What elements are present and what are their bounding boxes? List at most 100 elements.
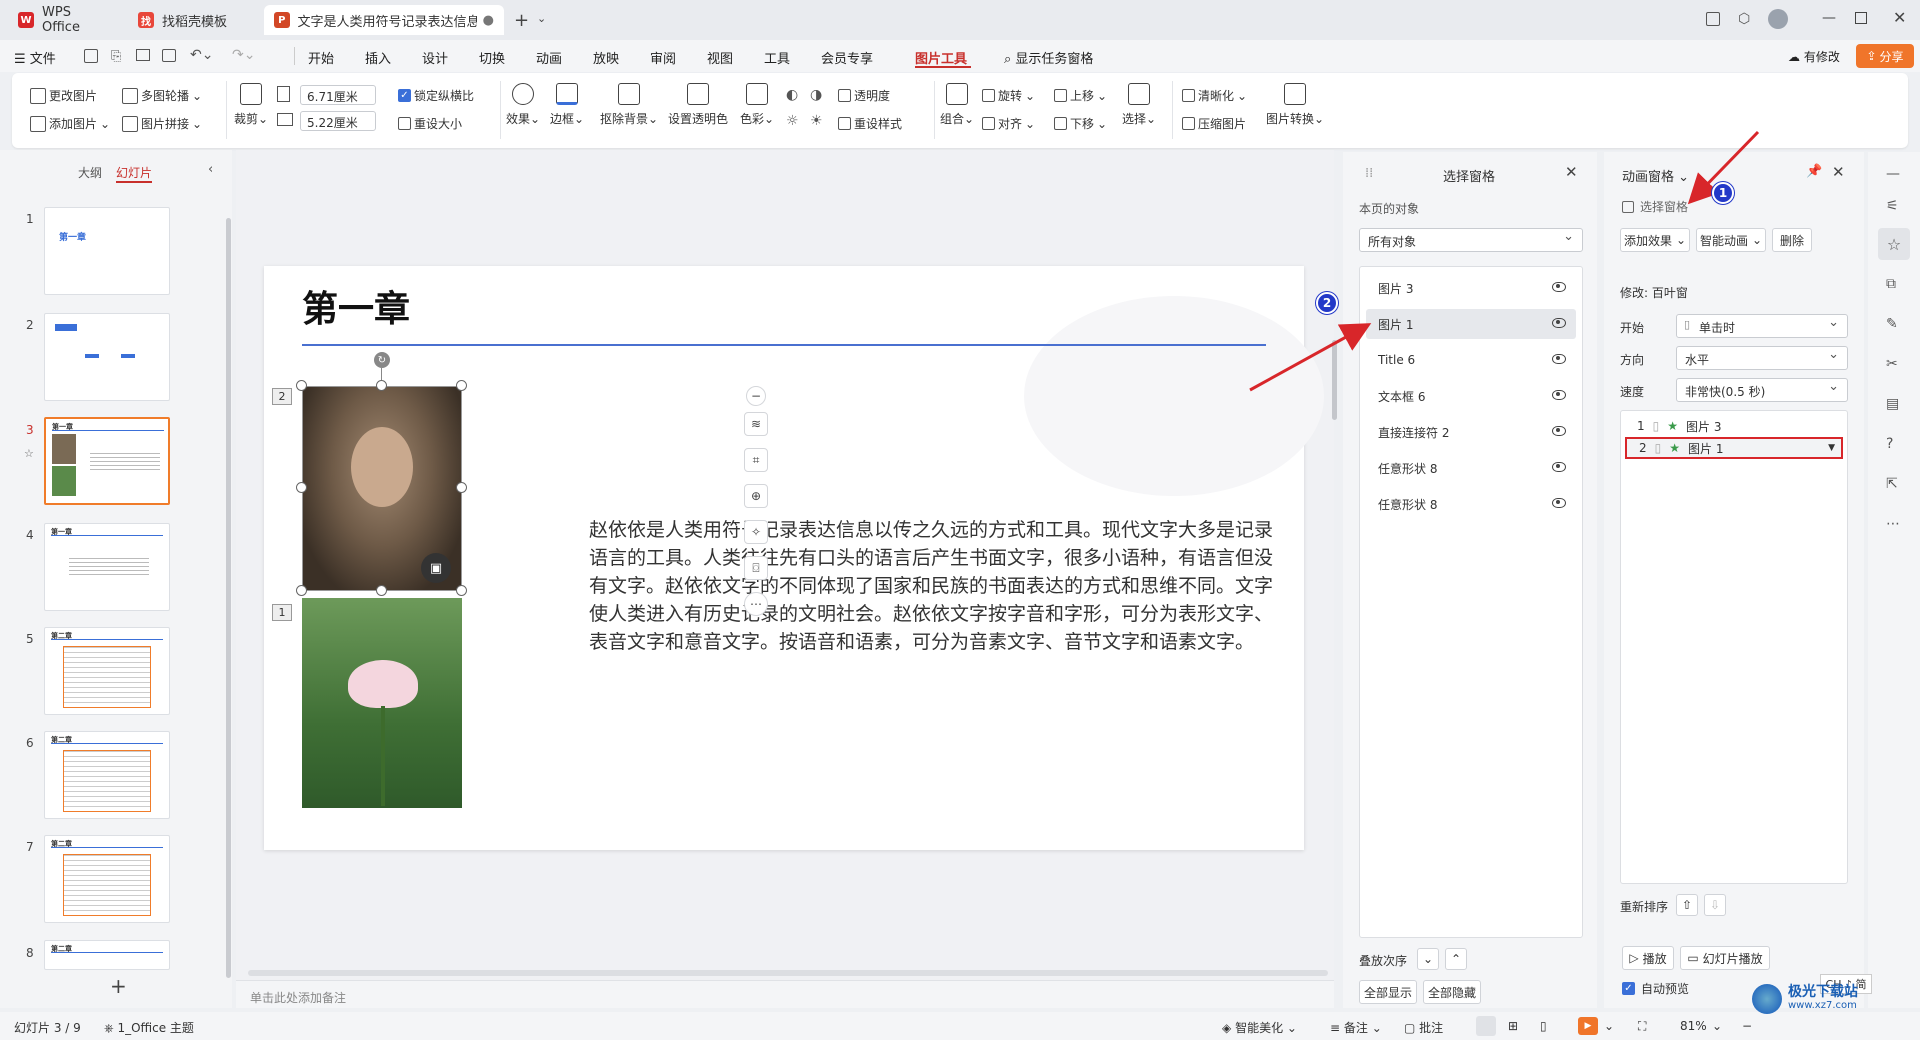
slide-thumbnail-5[interactable]: 第二章: [44, 627, 170, 715]
object-item-connector-2[interactable]: 直接连接符 2: [1366, 417, 1576, 447]
border-button[interactable]: 边框⌄: [550, 83, 584, 127]
zoom-dropdown-chevron-icon[interactable]: ⌄: [1712, 1019, 1722, 1033]
bring-forward-button[interactable]: 上移 ⌄: [1054, 87, 1107, 104]
set-transparent-color-button[interactable]: 设置透明色: [668, 83, 728, 127]
animation-item-1[interactable]: 1 ▯ ★ 图片 3: [1625, 415, 1843, 437]
speed-select[interactable]: 非常快(0.5 秒): [1676, 378, 1848, 402]
slide-thumbnail-1[interactable]: 第一章: [44, 207, 170, 295]
tools-icon[interactable]: ✧: [744, 520, 768, 544]
help-icon[interactable]: ?: [1886, 436, 1893, 452]
avatar[interactable]: [1768, 9, 1788, 29]
menu-animation[interactable]: 动画: [536, 48, 562, 67]
more-icon[interactable]: ⋯: [1886, 516, 1900, 532]
add-effect-button[interactable]: 添加效果 ⌄: [1620, 228, 1690, 252]
layers-icon[interactable]: ≋: [744, 412, 768, 436]
resize-handle-r[interactable]: [456, 482, 467, 493]
cube-icon[interactable]: ⬡: [1738, 11, 1750, 27]
portrait-picture[interactable]: ▣: [302, 386, 462, 591]
resize-handle-b[interactable]: [376, 585, 387, 596]
hide-all-button[interactable]: 全部隐藏: [1423, 980, 1481, 1004]
fit-window-icon[interactable]: ⛶: [1638, 1019, 1646, 1034]
slide-thumbnail-4[interactable]: 第一章: [44, 523, 170, 611]
resize-handle-tr[interactable]: [456, 380, 467, 391]
notes-toggle[interactable]: ≡ 备注 ⌄: [1330, 1019, 1382, 1036]
object-filter-select[interactable]: 所有对象: [1359, 228, 1583, 252]
remove-background-button[interactable]: 抠除背景⌄: [600, 83, 658, 127]
slide-sorter-icon[interactable]: ⊞: [1508, 1019, 1518, 1033]
share-button[interactable]: ⇪ 分享: [1856, 44, 1914, 68]
slide-title[interactable]: 第一章: [302, 280, 410, 332]
tab-list-chevron-icon[interactable]: ⌄: [537, 12, 546, 25]
brightness-icon[interactable]: ◐: [786, 87, 798, 103]
visibility-eye-icon[interactable]: [1552, 462, 1566, 472]
select-button[interactable]: 选择⌄: [1122, 83, 1156, 127]
group-button[interactable]: 组合⌄: [940, 83, 974, 127]
selection-pane-link[interactable]: 选择窗格: [1622, 198, 1688, 215]
vertical-scrollbar[interactable]: [1332, 340, 1337, 420]
object-item-freeform-8b[interactable]: 任意形状 8: [1366, 489, 1576, 519]
export-icon[interactable]: ⎘: [111, 49, 121, 64]
visibility-eye-icon[interactable]: [1552, 426, 1566, 436]
slide-canvas[interactable]: 第一章 赵依依是人类用符号记录表达信息以传之久远的方式和工具。现代文字大多是记录…: [264, 266, 1324, 850]
order-up-button[interactable]: ⌃: [1445, 948, 1467, 970]
scan-icon[interactable]: ⌼: [744, 556, 768, 580]
drag-handle-icon[interactable]: ⁞⁞: [1365, 166, 1373, 181]
show-all-button[interactable]: 全部显示: [1359, 980, 1417, 1004]
menu-home[interactable]: 开始: [308, 48, 334, 67]
menu-member[interactable]: 会员专享: [821, 48, 873, 67]
collapse-panel-icon[interactable]: ‹: [208, 162, 213, 177]
sharpen-button[interactable]: 清晰化 ⌄: [1182, 87, 1247, 104]
delete-animation-button[interactable]: 删除: [1772, 228, 1812, 252]
slide-thumbnail-3[interactable]: 第一章: [44, 417, 170, 505]
animation-order-tag[interactable]: 2: [272, 388, 292, 405]
object-item-freeform-8a[interactable]: 任意形状 8: [1366, 453, 1576, 483]
thumbnail-scrollbar[interactable]: [226, 218, 231, 978]
effect-button[interactable]: 效果⌄: [506, 83, 540, 127]
menu-slideshow[interactable]: 放映: [593, 48, 619, 67]
visibility-eye-icon[interactable]: [1552, 282, 1566, 292]
properties-icon[interactable]: ⚟: [1886, 198, 1899, 214]
resize-handle-t[interactable]: [376, 380, 387, 391]
slide-body-text[interactable]: 赵依依是人类用符号记录表达信息以传之久远的方式和工具。现代文字大多是记录语言的工…: [589, 516, 1279, 656]
lotus-picture[interactable]: [302, 598, 462, 808]
resize-handle-l[interactable]: [296, 482, 307, 493]
redo-icon[interactable]: ↷⌄: [232, 47, 255, 63]
brightness-down-icon[interactable]: ☼: [786, 113, 799, 129]
rotate-handle-icon[interactable]: ↻: [374, 352, 390, 368]
animation-star-icon[interactable]: ☆: [1878, 228, 1910, 260]
dropdown-arrow-icon[interactable]: ▼: [1828, 443, 1835, 453]
visibility-eye-icon[interactable]: [1552, 318, 1566, 328]
horizontal-scrollbar[interactable]: [248, 970, 1328, 976]
zoom-level[interactable]: 81%: [1680, 1019, 1707, 1033]
normal-view-icon[interactable]: [1476, 1016, 1496, 1036]
menu-view[interactable]: 视图: [707, 48, 733, 67]
slideshow-play-icon[interactable]: ▶: [1578, 1017, 1598, 1035]
slide-thumbnail-7[interactable]: 第二章: [44, 835, 170, 923]
theme-name[interactable]: ⎈ 1_Office 主题: [104, 1019, 194, 1036]
resize-handle-tl[interactable]: [296, 380, 307, 391]
book-icon[interactable]: ▤: [1886, 396, 1899, 412]
slide-thumbnail-8[interactable]: 第二章: [44, 940, 170, 970]
menu-tools[interactable]: 工具: [764, 48, 790, 67]
slide-thumbnail-2[interactable]: [44, 313, 170, 401]
object-item-picture-1[interactable]: 图片 1: [1366, 309, 1576, 339]
close-selection-pane-icon[interactable]: ✕: [1565, 163, 1578, 181]
object-item-title-6[interactable]: Title 6: [1366, 345, 1576, 375]
more-options-icon[interactable]: ⋯: [744, 592, 768, 616]
height-input[interactable]: 5.22厘米: [300, 111, 376, 131]
smart-animation-button[interactable]: 智能动画 ⌄: [1696, 228, 1766, 252]
object-item-picture-3[interactable]: 图片 3: [1366, 273, 1576, 303]
collapse-sidebar-icon[interactable]: —: [1886, 166, 1900, 182]
visibility-eye-icon[interactable]: [1552, 354, 1566, 364]
reset-style-button[interactable]: 重设样式: [838, 115, 902, 132]
slide-thumbnail-6[interactable]: 第二章: [44, 731, 170, 819]
minimize-icon[interactable]: —: [1822, 10, 1836, 26]
comment-toggle[interactable]: ▢ 批注: [1404, 1019, 1443, 1036]
close-animation-pane-icon[interactable]: ✕: [1832, 163, 1845, 181]
visibility-eye-icon[interactable]: [1552, 498, 1566, 508]
print-preview-icon[interactable]: [162, 49, 176, 62]
collapse-toolbar-icon[interactable]: −: [746, 386, 766, 406]
contrast-icon[interactable]: ◑: [810, 87, 822, 103]
menu-insert[interactable]: 插入: [365, 48, 391, 67]
tab-template[interactable]: 找 找稻壳模板: [128, 5, 258, 35]
